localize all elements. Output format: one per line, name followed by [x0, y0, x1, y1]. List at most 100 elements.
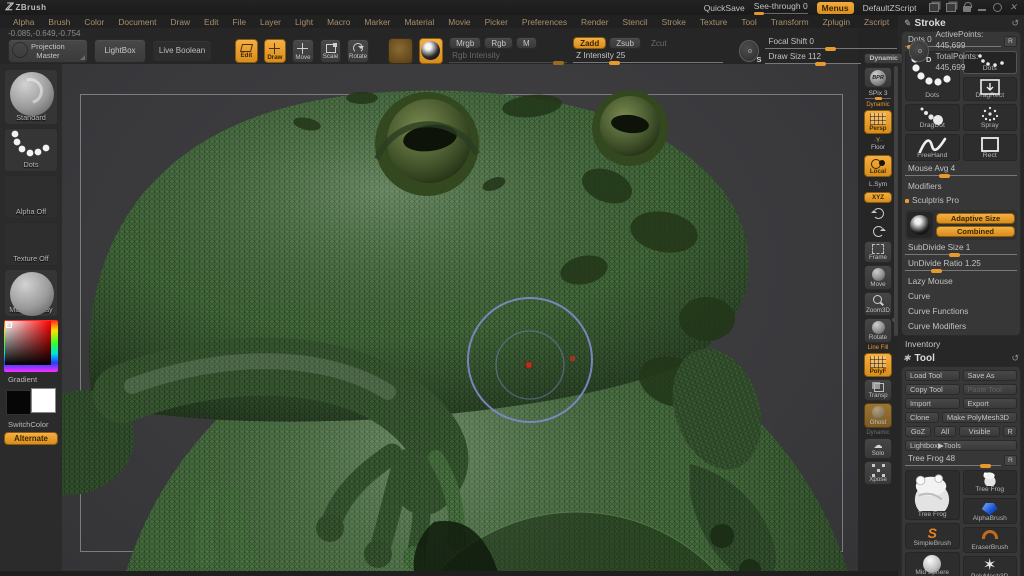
curve-modifiers-section[interactable]: Curve Modifiers: [905, 320, 1017, 332]
tool-polymesh3d[interactable]: ✶ PolyMesh3D: [963, 556, 1018, 576]
tool-midsphere[interactable]: Mid Sphere: [905, 552, 960, 576]
m-button[interactable]: M: [516, 37, 537, 49]
polyframe-button[interactable]: PolyF: [864, 353, 892, 377]
rotate-mode-button[interactable]: Rotate: [347, 39, 369, 63]
lightbox-tools-button[interactable]: Lightbox▶Tools: [905, 440, 1017, 451]
combined-button[interactable]: Combined: [936, 226, 1015, 237]
current-tool-preview[interactable]: Tree Frog: [905, 470, 960, 520]
texture-off-thumbnail[interactable]: Texture Off: [4, 222, 58, 266]
gradient-label[interactable]: Gradient: [8, 375, 37, 384]
menu-draw[interactable]: Draw: [164, 17, 198, 27]
menu-marker[interactable]: Marker: [357, 17, 397, 27]
draw-size-slider[interactable]: Draw Size 112: [765, 52, 861, 65]
edit-mode-button[interactable]: Edit: [235, 39, 258, 63]
close-icon[interactable]: ✕: [1009, 3, 1017, 12]
transp-button[interactable]: Transp: [864, 379, 892, 401]
lightbox-button[interactable]: LightBox: [94, 39, 146, 63]
menu-edit[interactable]: Edit: [197, 17, 225, 27]
alternate-button[interactable]: Alternate: [4, 432, 58, 445]
rotate-cw-icon[interactable]: [864, 223, 892, 239]
goz-button[interactable]: GoZ: [905, 426, 931, 437]
spix-slider[interactable]: SPix 3: [863, 90, 893, 100]
zoom3d-button[interactable]: Zoom3D: [864, 292, 892, 316]
stroke-spray[interactable]: Spray: [963, 104, 1018, 131]
sculptris-pro-section[interactable]: Sculptris Pro: [905, 195, 1017, 207]
menu-transform[interactable]: Transform: [764, 17, 816, 27]
zcut-button[interactable]: Zcut: [644, 37, 674, 49]
quicksave-button[interactable]: QuickSave: [704, 3, 745, 13]
load-config-icon[interactable]: [946, 3, 956, 12]
restore-icon[interactable]: [993, 3, 1002, 12]
tool-treefrog-small[interactable]: Tree Frog: [963, 470, 1018, 495]
floor-button[interactable]: ·Y· Floor: [864, 136, 892, 153]
color-picker[interactable]: [4, 320, 58, 372]
bpr-render-button[interactable]: BPR: [864, 67, 892, 88]
mouse-avg-slider[interactable]: Mouse Avg 4: [905, 164, 1017, 177]
menu-alpha[interactable]: Alpha: [6, 17, 41, 27]
menu-preferences[interactable]: Preferences: [515, 17, 574, 27]
make-polymesh3d-button[interactable]: Make PolyMesh3D: [942, 412, 1017, 423]
export-button[interactable]: Export: [963, 398, 1018, 409]
store-config-icon[interactable]: [929, 3, 939, 12]
stroke-rect[interactable]: Rect: [963, 134, 1018, 161]
menu-movie[interactable]: Movie: [441, 17, 477, 27]
tree-frog-model[interactable]: [62, 64, 858, 572]
menu-document[interactable]: Document: [111, 17, 163, 27]
adaptive-size-button[interactable]: Adaptive Size: [936, 213, 1015, 224]
rgb-button[interactable]: Rgb: [484, 37, 513, 49]
document-canvas[interactable]: [62, 64, 858, 572]
tray-divider-arrow[interactable]: ‹: [892, 315, 895, 324]
menu-texture[interactable]: Texture: [693, 17, 734, 27]
goz-visible-button[interactable]: Visible: [959, 426, 1000, 437]
rgb-intensity-slider[interactable]: Rgb Intensity: [449, 51, 567, 64]
menu-zscript[interactable]: Zscript: [857, 17, 896, 27]
matcap-thumbnail[interactable]: MatCap Gray: [4, 269, 58, 317]
xpose-button[interactable]: Xpose: [864, 461, 892, 485]
lazy-mouse-section[interactable]: Lazy Mouse: [905, 275, 1017, 287]
mrgb-button[interactable]: Mrgb: [449, 37, 481, 49]
move-canvas-button[interactable]: Move: [864, 265, 892, 290]
switchcolor-label[interactable]: SwitchColor: [8, 420, 49, 429]
focal-shift-slider[interactable]: Focal Shift 0: [765, 37, 897, 50]
stroke-freehand[interactable]: FreeHand: [905, 134, 960, 161]
ghost-button[interactable]: Ghost: [864, 403, 892, 428]
main-color-swatch[interactable]: [6, 390, 31, 415]
current-material-button[interactable]: [419, 38, 443, 64]
menu-file[interactable]: File: [225, 17, 253, 27]
curve-section[interactable]: Curve: [905, 290, 1017, 302]
menu-layer[interactable]: Layer: [253, 17, 288, 27]
sculptris-sphere-icon[interactable]: [907, 212, 933, 238]
menu-light[interactable]: Light: [288, 17, 320, 27]
menu-color[interactable]: Color: [77, 17, 111, 27]
rotate-canvas-button[interactable]: Rotate: [864, 318, 892, 343]
tool-simplebrush[interactable]: S SimpleBrush: [905, 523, 960, 549]
import-button[interactable]: Import: [905, 398, 960, 409]
tool-restore-icon[interactable]: ↺: [1011, 353, 1019, 364]
alpha-selector-icon[interactable]: D: [909, 40, 930, 62]
stroke-selector-icon[interactable]: S: [739, 40, 760, 62]
menu-material[interactable]: Material: [397, 17, 441, 27]
clone-button[interactable]: Clone: [905, 412, 939, 423]
undivide-ratio-slider[interactable]: UnDivide Ratio 1.25: [905, 259, 1017, 272]
load-tool-button[interactable]: Load Tool: [905, 370, 960, 381]
xyz-button[interactable]: XYZ: [864, 192, 892, 203]
tool-reset-button[interactable]: R: [1004, 455, 1017, 466]
live-boolean-button[interactable]: Live Boolean: [152, 40, 212, 62]
scale-mode-button[interactable]: Scale: [320, 39, 342, 63]
subdivide-size-slider[interactable]: SubDivide Size 1: [905, 243, 1017, 256]
menu-picker[interactable]: Picker: [478, 17, 515, 27]
goz-r-button[interactable]: R: [1003, 426, 1017, 437]
menu-brush[interactable]: Brush: [41, 17, 77, 27]
menu-macro[interactable]: Macro: [320, 17, 357, 27]
menu-stroke[interactable]: Stroke: [655, 17, 693, 27]
see-through-handle[interactable]: [754, 12, 764, 15]
switch-color-swatches[interactable]: [4, 387, 58, 417]
default-zscript-button[interactable]: DefaultZScript: [863, 3, 917, 13]
zsub-button[interactable]: Zsub: [609, 37, 641, 49]
tool-palette-header[interactable]: ✱ Tool ↺: [901, 350, 1021, 366]
curve-functions-section[interactable]: Curve Functions: [905, 305, 1017, 317]
stroke-dragdot[interactable]: DragDot: [905, 104, 960, 131]
see-through-slider[interactable]: See-through 0: [754, 1, 808, 14]
tool-alphabrush[interactable]: AlphaBrush: [963, 498, 1018, 524]
dynamic-draw-size-button[interactable]: Dynamic: [864, 53, 902, 64]
